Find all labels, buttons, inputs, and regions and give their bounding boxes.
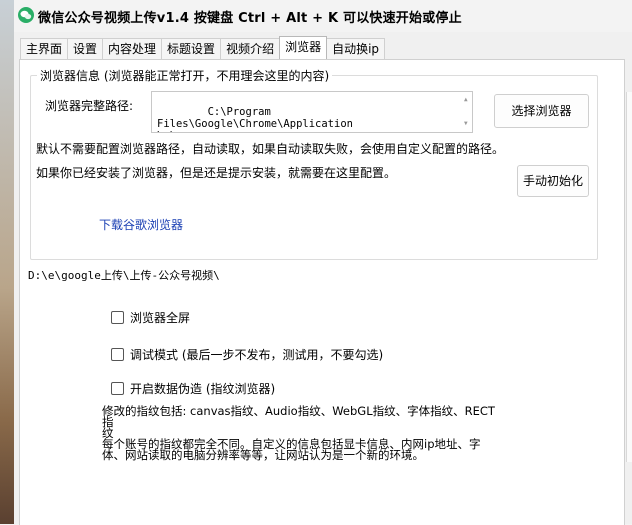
wechat-icon — [18, 7, 34, 23]
scroll-up-icon: ▲ — [464, 96, 468, 103]
title-bar: 微信公众号视频上传v1.4 按键盘 Ctrl + Alt + K 可以快速开始或… — [14, 0, 632, 32]
group-legend: 浏览器信息 (浏览器能正常打开，不用理会这里的内容) — [37, 67, 333, 84]
manual-init-button[interactable]: 手动初始化 — [517, 165, 589, 197]
tab-content-processing[interactable]: 内容处理 — [102, 38, 163, 59]
tab-auto-ip[interactable]: 自动换ip — [326, 38, 386, 59]
fullscreen-label: 浏览器全屏 — [130, 311, 191, 325]
fingerprint-note: 修改的指纹包括: canvas指纹、Audio指纹、WebGL指纹、字体指纹、R… — [102, 404, 502, 462]
tab-title-settings[interactable]: 标题设置 — [161, 38, 222, 59]
fingerprint-label: 开启数据伪造 (指纹浏览器) — [130, 382, 276, 396]
debug-label: 调试模式 (最后一步不发布，测试用，不要勾选) — [130, 348, 384, 362]
fingerprint-note-line4: 体、网站读取的电脑分辨率等等，让网站认为是一个新的环境。 — [102, 448, 424, 462]
tab-main[interactable]: 主界面 — [20, 38, 69, 59]
window-title: 微信公众号视频上传v1.4 按键盘 Ctrl + Alt + K 可以快速开始或… — [38, 11, 462, 26]
app-window: 微信公众号视频上传v1.4 按键盘 Ctrl + Alt + K 可以快速开始或… — [14, 0, 632, 525]
tab-bar: 主界面 设置 内容处理 标题设置 视频介绍 浏览器 自动换ip — [20, 36, 386, 60]
scroll-down-icon: ▼ — [464, 120, 468, 127]
tab-page-browser: 浏览器信息 (浏览器能正常打开，不用理会这里的内容) 浏览器完整路径: C:\P… — [19, 59, 625, 525]
browser-path-input[interactable]: C:\Program Files\Google\Chrome\Applicati… — [151, 91, 473, 133]
option-debug[interactable]: 调试模式 (最后一步不发布，测试用，不要勾选) — [111, 346, 383, 363]
select-browser-button[interactable]: 选择浏览器 — [494, 94, 589, 128]
fullscreen-checkbox[interactable] — [111, 311, 124, 324]
desktop-background — [0, 0, 14, 524]
browser-info-group: 浏览器信息 (浏览器能正常打开，不用理会这里的内容) 浏览器完整路径: C:\P… — [30, 67, 598, 260]
debug-checkbox[interactable] — [111, 348, 124, 361]
default-path-note: 默认不需要配置浏览器路径，自动读取，如果自动读取失败，会使用自定义配置的路径。 — [36, 142, 505, 156]
option-fullscreen[interactable]: 浏览器全屏 — [111, 309, 190, 326]
tab-settings[interactable]: 设置 — [67, 38, 104, 59]
path-scrollbar[interactable]: ▲ ▼ — [463, 93, 471, 131]
option-fingerprint[interactable]: 开启数据伪造 (指纹浏览器) — [111, 380, 275, 397]
fingerprint-note-line1: 修改的指纹包括: canvas指纹、Audio指纹、WebGL指纹、字体指纹、R… — [102, 404, 495, 429]
path-label: 浏览器完整路径: — [45, 99, 134, 113]
tab-browser[interactable]: 浏览器 — [279, 36, 328, 59]
download-chrome-link[interactable]: 下载谷歌浏览器 — [99, 216, 183, 233]
installed-note: 如果你已经安装了浏览器，但是还是提示安装，就需要在这里配置。 — [36, 166, 397, 180]
tab-video-intro[interactable]: 视频介绍 — [220, 38, 281, 59]
work-path: D:\e\google上传\上传-公众号视频\ — [28, 269, 220, 282]
fingerprint-checkbox[interactable] — [111, 382, 124, 395]
side-panel-edge — [626, 92, 632, 462]
browser-path-value: C:\Program Files\Google\Chrome\Applicati… — [157, 106, 353, 132]
